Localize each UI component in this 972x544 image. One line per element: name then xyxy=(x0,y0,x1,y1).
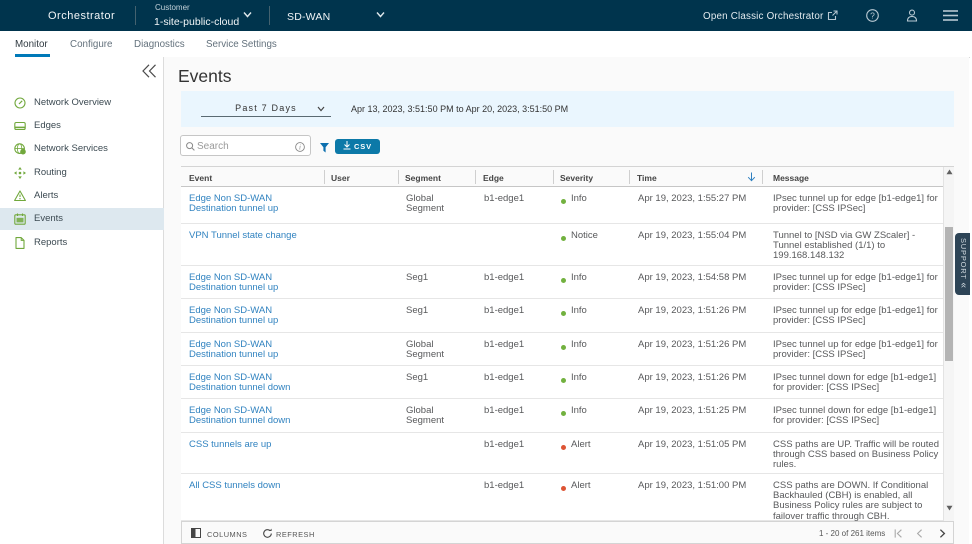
svg-text:i: i xyxy=(299,143,301,151)
svg-text:?: ? xyxy=(870,10,875,20)
